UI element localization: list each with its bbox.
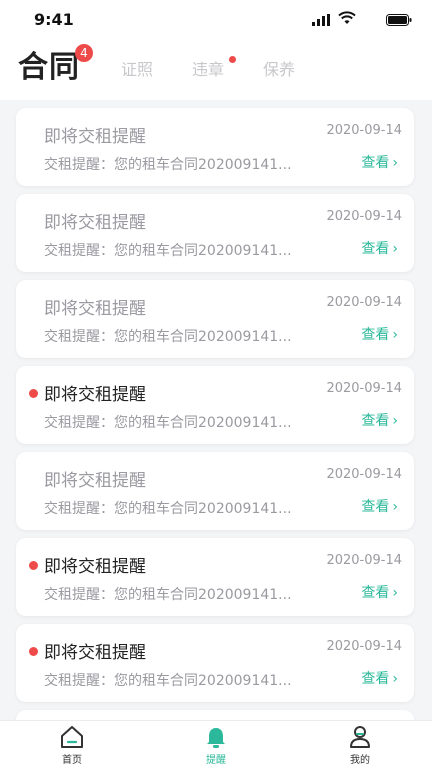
- tab-violation[interactable]: 违章: [192, 56, 224, 80]
- reminder-card[interactable]: 即将交租提醒 2020-09-14 交租提醒：您的租车合同202009141..…: [16, 280, 414, 358]
- card-title: 即将交租提醒: [44, 385, 146, 405]
- card-date: 2020-09-14: [326, 209, 402, 224]
- tab-license[interactable]: 证照: [121, 56, 153, 80]
- tabbar-item-profile[interactable]: 我的: [330, 725, 390, 766]
- card-message: 交租提醒：您的租车合同202009141...: [44, 501, 292, 517]
- status-time: 9:41: [34, 10, 74, 29]
- unread-dot: [29, 389, 38, 398]
- card-title: 即将交租提醒: [44, 299, 146, 319]
- card-title: 即将交租提醒: [44, 127, 146, 147]
- reminder-card[interactable]: 即将交租提醒 2020-09-14 交租提醒：您的租车合同202009141..…: [16, 366, 414, 444]
- status-bar: 9:41: [0, 0, 432, 40]
- card-title: 即将交租提醒: [44, 213, 146, 233]
- violation-dot: [229, 56, 236, 63]
- wifi-icon: [338, 11, 356, 24]
- card-title: 即将交租提醒: [44, 643, 146, 663]
- chevron-right-icon: ›: [392, 241, 398, 257]
- tab-maintenance[interactable]: 保养: [263, 56, 295, 80]
- card-title: 即将交租提醒: [44, 471, 146, 491]
- card-date: 2020-09-14: [326, 123, 402, 138]
- card-message: 交租提醒：您的租车合同202009141...: [44, 587, 292, 603]
- card-date: 2020-09-14: [326, 467, 402, 482]
- unread-dot: [29, 561, 38, 570]
- view-button[interactable]: 查看 ›: [361, 152, 398, 172]
- reminder-card[interactable]: 即将交租提醒 2020-09-14 交租提醒：您的租车合同202009141..…: [16, 624, 414, 702]
- chevron-right-icon: ›: [392, 499, 398, 515]
- battery-icon: [386, 14, 412, 26]
- tabbar-label: 首页: [62, 755, 82, 766]
- chevron-right-icon: ›: [392, 671, 398, 687]
- reminder-card[interactable]: 即将交租提醒 2020-09-14 交租提醒：您的租车合同202009141..…: [16, 452, 414, 530]
- home-icon: [61, 726, 83, 748]
- profile-icon: [350, 726, 370, 748]
- card-message: 交租提醒：您的租车合同202009141...: [44, 415, 292, 431]
- reminder-card[interactable]: 即将交租提醒 2020-09-14 交租提醒：您的租车合同202009141..…: [16, 194, 414, 272]
- tabbar-label: 提醒: [206, 755, 226, 766]
- bell-icon: [207, 728, 225, 748]
- chevron-right-icon: ›: [392, 327, 398, 343]
- cellular-signal-icon: [312, 14, 330, 26]
- reminder-card[interactable]: 即将交租提醒 2020-09-14 交租提醒：您的租车合同202009141..…: [16, 538, 414, 616]
- chevron-right-icon: ›: [392, 585, 398, 601]
- view-button[interactable]: 查看 ›: [361, 410, 398, 430]
- chevron-right-icon: ›: [392, 413, 398, 429]
- card-message: 交租提醒：您的租车合同202009141...: [44, 329, 292, 345]
- view-button[interactable]: 查看 ›: [361, 668, 398, 688]
- view-button[interactable]: 查看 ›: [361, 496, 398, 516]
- tabbar-label: 我的: [350, 755, 370, 766]
- card-message: 交租提醒：您的租车合同202009141...: [44, 673, 292, 689]
- card-date: 2020-09-14: [326, 295, 402, 310]
- view-button[interactable]: 查看 ›: [361, 324, 398, 344]
- tabbar-item-reminder[interactable]: 提醒: [186, 725, 246, 766]
- card-date: 2020-09-14: [326, 381, 402, 396]
- card-message: 交租提醒：您的租车合同202009141...: [44, 157, 292, 173]
- card-message: 交租提醒：您的租车合同202009141...: [44, 243, 292, 259]
- unread-dot: [29, 647, 38, 656]
- view-button[interactable]: 查看 ›: [361, 238, 398, 258]
- card-date: 2020-09-14: [326, 639, 402, 654]
- chevron-right-icon: ›: [392, 155, 398, 171]
- card-date: 2020-09-14: [326, 553, 402, 568]
- tab-contract[interactable]: 合同: [18, 42, 80, 86]
- contract-badge: 4: [75, 44, 93, 62]
- view-button[interactable]: 查看 ›: [361, 582, 398, 602]
- tabbar-item-home[interactable]: 首页: [42, 725, 102, 766]
- bottom-tab-bar: 首页 提醒 我的: [0, 720, 432, 769]
- header-tabs: 合同 4 证照 违章 保养: [0, 40, 432, 100]
- reminder-card[interactable]: 即将交租提醒 2020-09-14 交租提醒：您的租车合同202009141..…: [16, 108, 414, 186]
- card-title: 即将交租提醒: [44, 557, 146, 577]
